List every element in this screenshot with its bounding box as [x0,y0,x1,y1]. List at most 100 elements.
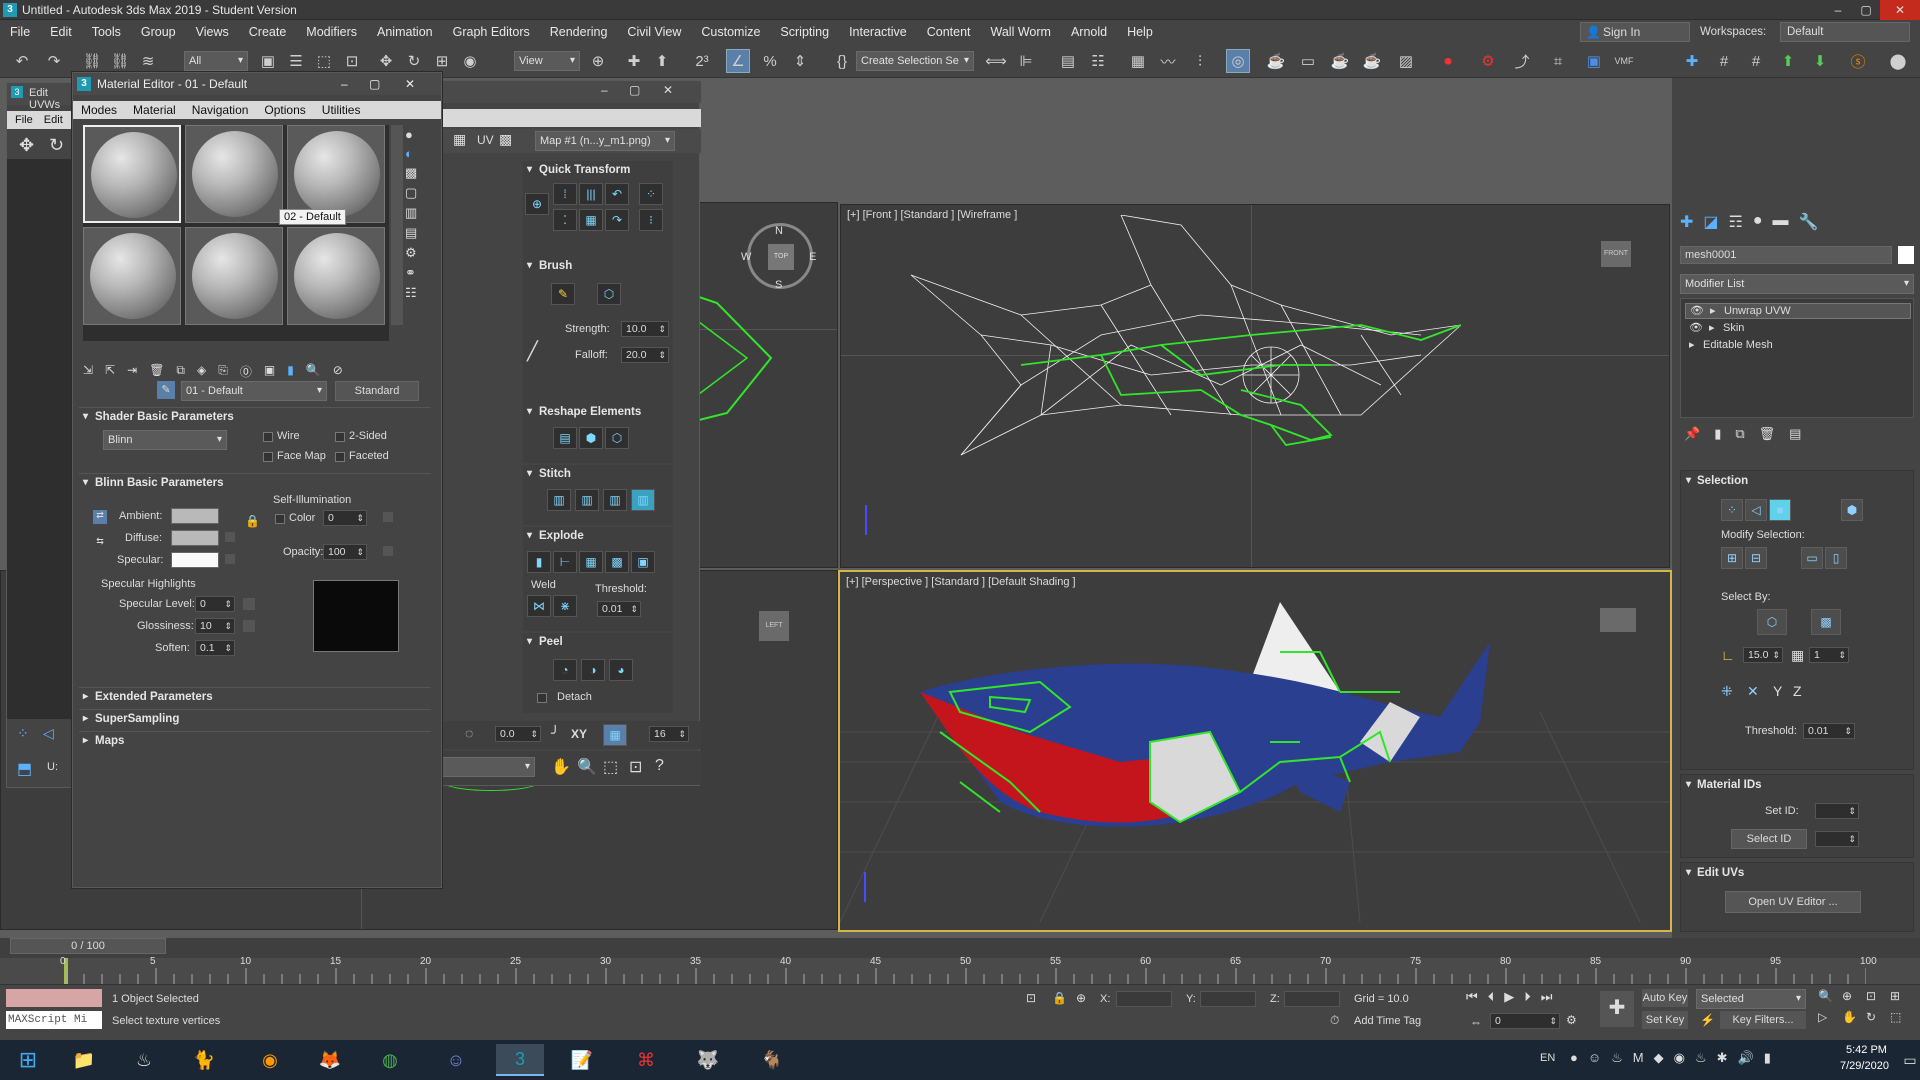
snaps-toggle-icon[interactable]: 2³ [690,49,714,73]
clock-time[interactable]: 5:42 PM [1846,1044,1887,1056]
window-crossing-icon[interactable]: ⊡ [340,49,364,73]
rotate-ccw-icon[interactable]: ↶ [605,183,629,205]
ring-selection-icon[interactable]: ▯ [1825,547,1847,569]
x-coord-field[interactable] [1116,991,1172,1007]
export-icon[interactable]: ⤴ [1510,49,1534,73]
go-to-parent-icon[interactable]: 🔍 [306,363,321,383]
zoom-icon[interactable]: 🔍 [1818,989,1840,1008]
curve-editor-icon[interactable]: 〰 [1156,49,1180,73]
zoom-all-icon[interactable]: ⊕ [1842,989,1864,1008]
select-overlap-icon[interactable]: ⁜ [1721,683,1733,700]
uv-rotate-icon[interactable]: ↻ [49,135,64,156]
diffuse-swatch[interactable] [171,530,219,546]
file-explorer-icon[interactable]: 📁 [60,1044,108,1076]
play-icon[interactable]: ▶ [1504,989,1514,1009]
uv-maximize-button[interactable]: ▢ [629,83,640,97]
blinn-basic-header[interactable]: Blinn Basic Parameters [79,474,431,492]
paint-move-icon[interactable]: ✎ [551,283,575,305]
menu-rendering[interactable]: Rendering [540,25,618,39]
maxscript-mini-listener[interactable]: MAXScript Mi [6,1011,102,1029]
grid-snap-icon[interactable]: ▦ [603,724,627,746]
pin-stack-icon[interactable]: 📌 [1684,426,1700,442]
open-uv-editor-button[interactable]: Open UV Editor ... [1725,891,1861,913]
spinner-snap-icon[interactable]: ⇕ [788,49,812,73]
select-by-name-icon[interactable]: ☰ [284,49,308,73]
diffuse-map-button[interactable] [225,532,235,542]
supersampling-header[interactable]: SuperSampling [79,710,431,728]
reference-coordinate-dropdown[interactable]: View [514,51,580,71]
display-tab-icon[interactable]: ▬ [1773,212,1789,232]
uv-minimize-button[interactable]: – [601,83,608,97]
menu-content[interactable]: Content [917,25,981,39]
menu-animation[interactable]: Animation [367,25,443,39]
go-to-end-icon[interactable]: ⏭ [1541,989,1553,1009]
shader-basic-header[interactable]: Shader Basic Parameters [79,408,431,426]
uv-menu-file[interactable]: File [7,114,33,126]
align-icon[interactable]: ⊫ [1014,49,1038,73]
falloff-curve-icon[interactable]: ╯ [551,725,559,742]
material-editor-icon[interactable]: ◎ [1226,49,1250,73]
uv-close-button[interactable]: ✕ [663,83,673,97]
schematic-view-icon[interactable]: ⫶ [1188,49,1212,73]
z-axis-icon[interactable]: Z [1793,683,1802,699]
add-time-tag-label[interactable]: Add Time Tag [1354,1015,1421,1027]
chrome-icon[interactable]: ◍ [366,1044,414,1076]
pan-view-icon[interactable]: ✋ [1842,1010,1864,1029]
peel-header[interactable]: Peel [523,633,673,651]
sample-slot-6[interactable] [287,227,385,325]
remove-modifier-icon[interactable]: 🗑 [1759,426,1776,442]
firefox-icon[interactable]: 🦊 [306,1044,354,1076]
make-unique-icon[interactable]: ⧉ [1735,426,1744,442]
opacity-map-button[interactable] [383,546,393,556]
render-iterative-icon[interactable]: ☕ [1360,49,1384,73]
menu-scripting[interactable]: Scripting [770,25,839,39]
loop-selection-icon[interactable]: ▭ [1801,547,1823,569]
lock-icon[interactable]: 🔒 [245,514,260,528]
vmf-icon[interactable]: ⌗ [1546,49,1570,73]
show-shaded-icon[interactable]: ▣ [264,363,275,383]
peel-mode-icon[interactable]: ◑ [581,659,605,681]
notepad-icon[interactable]: 📝 [558,1044,606,1076]
wolf-app-icon[interactable]: 🐺 [684,1044,732,1076]
planar-angle-icon[interactable]: ∟ [1721,647,1735,663]
stack-item-skin[interactable]: 👁 ▸ Skin [1685,321,1911,337]
faceted-checkbox[interactable] [335,452,345,462]
stitch-to-source-icon[interactable]: ▥ [603,489,627,511]
scene-explorer-icon[interactable]: ▤ [1056,49,1080,73]
current-frame-spinner[interactable]: 0 [1490,1013,1560,1029]
show-end-result-icon[interactable]: ▮ [1714,426,1721,442]
zoom-extents-all-icon[interactable]: ⊞ [1890,989,1912,1008]
show-end-result-icon[interactable]: ▮ [287,363,294,383]
workspaces-dropdown[interactable]: Default [1780,22,1910,42]
make-preview-icon[interactable]: ▤ [405,225,435,241]
green-tool-icon[interactable]: ⬆ [1776,49,1800,73]
select-by-element-icon[interactable]: ⬡ [1757,609,1787,635]
relax-until-flat-icon[interactable]: ⬡ [605,427,629,449]
set-id-spinner[interactable] [1815,803,1859,819]
uv-tiling-icon[interactable]: ▢ [405,185,435,201]
stack-item-editable-mesh[interactable]: ▸ Editable Mesh [1685,338,1911,354]
previous-frame-icon[interactable]: ⏴ [1488,989,1495,1009]
y-axis-icon[interactable]: Y [1773,683,1782,699]
sample-type-icon[interactable]: ● [405,127,435,142]
quick-peel-icon[interactable]: ◔ [553,659,577,681]
set-key-button[interactable]: Set Key [1642,1011,1688,1029]
blender-icon[interactable]: ◉ [246,1044,294,1076]
lock-ambient-diffuse-icon[interactable]: ⇄ [93,510,107,524]
glossiness-spinner[interactable]: 10 [195,618,235,634]
bind-space-warp-icon[interactable]: ≋ [136,49,160,73]
eye-icon[interactable]: 👁 [1690,304,1704,318]
relax-icon[interactable]: ⬢ [579,427,603,449]
edit-uvs-header[interactable]: Edit UVs [1681,863,1913,883]
render-production-icon[interactable]: ☕ [1328,49,1352,73]
self-illum-color-checkbox[interactable] [275,514,285,524]
specular-level-spinner[interactable]: 0 [195,596,235,612]
goat-app-icon[interactable]: 🐐 [748,1044,796,1076]
maps-header[interactable]: Maps [79,732,431,750]
selection-filter-dropdown[interactable]: All [184,51,248,71]
undo-icon[interactable]: ↶ [10,49,34,73]
specular-swatch[interactable] [171,552,219,568]
grid-icon[interactable]: # [1712,49,1736,73]
ambient-swatch[interactable] [171,508,219,524]
redo-icon[interactable]: ↷ [42,49,66,73]
